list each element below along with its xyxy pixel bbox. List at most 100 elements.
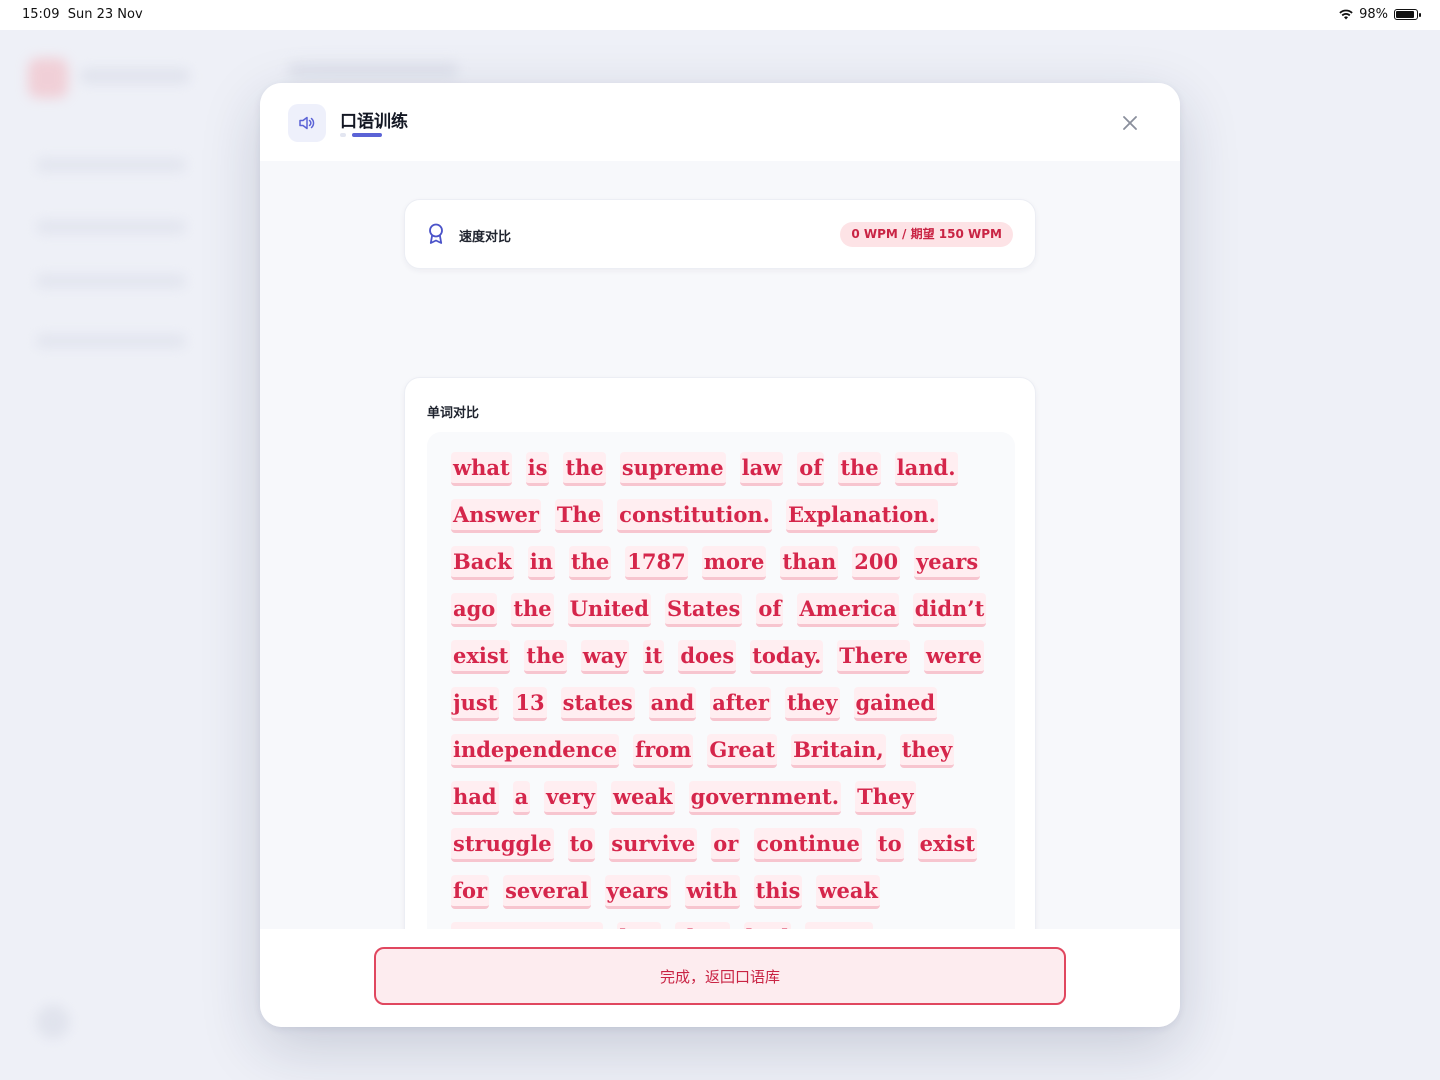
- word-chip: law: [739, 452, 784, 486]
- wifi-icon: [1339, 9, 1353, 20]
- page-title-placeholder: [288, 62, 458, 78]
- word-chip: United: [567, 593, 651, 627]
- step-progress: [340, 133, 382, 137]
- word-chip: what: [451, 452, 512, 486]
- word-chip: they: [899, 734, 955, 768]
- word-chip: struggle: [451, 828, 554, 862]
- word-comparison-area: what is the supreme law of the land. Answer The co…: [427, 432, 1015, 929]
- nav-placeholder: [36, 334, 186, 348]
- status-bar: 15:09 Sun 23 Nov 98%: [0, 0, 1440, 30]
- step-dot-active: [352, 133, 382, 137]
- word-chip: had: [743, 922, 792, 929]
- word-chip: it: [642, 640, 665, 674]
- word-chip: Answer: [451, 499, 541, 533]
- modal-header: 口语训练: [260, 83, 1180, 161]
- word-chip: government,: [451, 922, 604, 929]
- word-comparison-card: 单词对比 what is the supreme law of the land. Answer…: [404, 377, 1036, 929]
- word-chip: exist: [451, 640, 511, 674]
- speed-label: 速度对比: [459, 230, 512, 245]
- word-chip: a: [512, 781, 531, 815]
- word-chip: is: [525, 452, 550, 486]
- word-chip: to: [875, 828, 904, 862]
- word-chip: but: [617, 922, 662, 929]
- word-chip: government.: [688, 781, 842, 815]
- word-chip: more: [701, 546, 767, 580]
- modal-body[interactable]: 速度对比 0 WPM / 期望 150 WPM 单词对比 what is the su…: [260, 161, 1180, 929]
- word-chip: years: [604, 875, 671, 909]
- word-chip: The: [554, 499, 604, 533]
- word-chip: from: [633, 734, 694, 768]
- app-logo: [28, 58, 68, 98]
- word-list: what is the supreme law of the land. Answer The co…: [451, 452, 997, 929]
- word-chip: Great: [707, 734, 778, 768]
- word-chip: the: [563, 452, 606, 486]
- word-chip: states: [560, 687, 635, 721]
- battery-icon: [1394, 9, 1421, 20]
- done-return-button[interactable]: 完成，返回口语库: [374, 947, 1066, 1005]
- nav-placeholder: [36, 158, 186, 172]
- word-chip: the: [838, 452, 881, 486]
- word-chip: had: [451, 781, 499, 815]
- award-icon: [429, 223, 443, 244]
- battery-percent: 98%: [1359, 7, 1388, 22]
- word-chip: the: [511, 593, 554, 627]
- status-time: 15:09 Sun 23 Nov: [22, 7, 143, 22]
- word-chip: many: [805, 922, 873, 929]
- close-icon: [1123, 116, 1137, 130]
- word-chip: after: [710, 687, 771, 721]
- app-title-placeholder: [80, 68, 190, 84]
- word-chip: very: [544, 781, 598, 815]
- word-chip: for: [451, 875, 490, 909]
- word-chip: just: [451, 687, 500, 721]
- word-chip: survive: [609, 828, 698, 862]
- word-chip: independence: [451, 734, 620, 768]
- word-chip: of: [756, 593, 784, 627]
- word-chip: weak: [611, 781, 675, 815]
- word-chip: or: [711, 828, 741, 862]
- word-chip: gained: [853, 687, 938, 721]
- word-chip: to: [567, 828, 596, 862]
- word-chip: of: [797, 452, 825, 486]
- word-chip: years: [914, 546, 981, 580]
- speed-badge: 0 WPM / 期望 150 WPM: [840, 222, 1013, 247]
- word-chip: weak: [816, 875, 880, 909]
- word-chip: than: [780, 546, 839, 580]
- word-chip: were: [923, 640, 984, 674]
- nav-placeholder: [36, 274, 186, 288]
- close-button[interactable]: [1116, 109, 1144, 137]
- word-chip: the: [524, 640, 567, 674]
- avatar-placeholder: [36, 1005, 70, 1039]
- word-chip: several: [503, 875, 591, 909]
- word-chip: continue: [754, 828, 862, 862]
- word-chip: today.: [750, 640, 824, 674]
- modal-footer: 完成，返回口语库: [260, 929, 1180, 1027]
- speaker-icon: [288, 104, 326, 142]
- word-chip: didn’t: [912, 593, 987, 627]
- word-chip: States: [664, 593, 743, 627]
- word-chip: with: [684, 875, 740, 909]
- word-chip: and: [648, 687, 697, 721]
- word-chip: constitution.: [617, 499, 772, 533]
- word-chip: Explanation.: [785, 499, 938, 533]
- word-chip: way: [580, 640, 629, 674]
- word-chip: They: [855, 781, 916, 815]
- word-comparison-title: 单词对比: [427, 406, 480, 421]
- word-chip: they: [784, 687, 840, 721]
- word-chip: 1787: [625, 546, 688, 580]
- speed-comparison-card: 速度对比 0 WPM / 期望 150 WPM: [404, 199, 1036, 269]
- word-chip: the: [568, 546, 612, 580]
- word-chip: Britain,: [791, 734, 886, 768]
- word-chip: There: [837, 640, 910, 674]
- step-dot: [340, 133, 346, 137]
- word-chip: 200: [852, 546, 901, 580]
- word-chip: they: [675, 922, 730, 929]
- speaking-practice-modal: 口语训练 速度对比 0 WPM / 期望 150 WPM 单词对比 what is…: [260, 83, 1180, 1027]
- word-chip: land.: [894, 452, 958, 486]
- word-chip: 13: [513, 687, 547, 721]
- word-chip: does: [678, 640, 737, 674]
- word-chip: exist: [917, 828, 978, 862]
- modal-title: 口语训练: [340, 112, 408, 132]
- word-chip: Back: [451, 546, 514, 580]
- status-right: 98%: [1339, 7, 1421, 22]
- word-chip: ago: [451, 593, 498, 627]
